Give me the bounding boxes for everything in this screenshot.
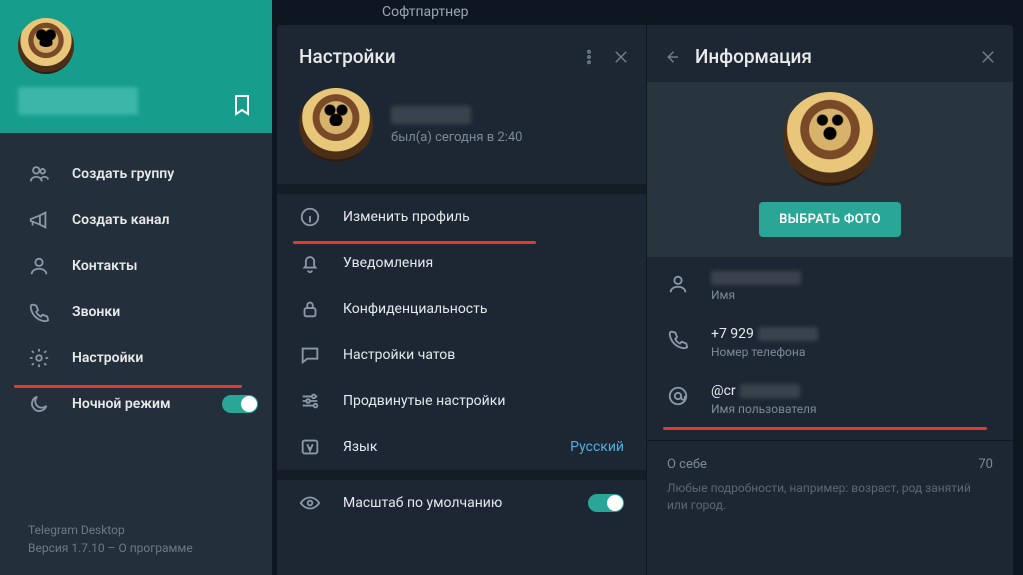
settings-item-privacy[interactable]: Конфиденциальность [277, 286, 646, 332]
app-version[interactable]: Версия 1.7.10 – О программе [28, 539, 272, 557]
drawer-item-label: Настройки [72, 350, 143, 366]
settings-item-label: Уведомления [343, 255, 433, 271]
info-field-name[interactable]: Имя [647, 257, 1013, 312]
annotation-underline [663, 427, 987, 430]
choose-photo-button[interactable]: ВЫБРАТЬ ФОТО [759, 202, 901, 237]
settings-item-label: Настройки чатов [343, 347, 455, 363]
back-icon[interactable] [663, 48, 681, 66]
drawer-item-new-channel[interactable]: Создать канал [0, 197, 272, 243]
separator [277, 470, 646, 480]
eye-icon [299, 492, 321, 514]
settings-item-label: Изменить профиль [343, 209, 470, 225]
drawer-username [18, 87, 138, 115]
at-icon [667, 385, 689, 407]
avatar[interactable] [783, 92, 877, 186]
field-value [711, 271, 801, 285]
info-avatar-area: ВЫБРАТЬ ФОТО [647, 82, 1013, 257]
separator [277, 184, 646, 194]
field-value: +7 929 [711, 326, 818, 342]
moon-icon [28, 393, 50, 415]
more-icon[interactable] [580, 48, 598, 66]
lock-icon [299, 298, 321, 320]
drawer-item-label: Контакты [72, 258, 137, 274]
settings-item-label: Язык [343, 439, 377, 455]
bookmark-icon[interactable] [230, 93, 254, 117]
drawer-item-label: Ночной режим [72, 396, 171, 412]
chat-header: Софтпартнер [272, 0, 1023, 22]
chat-contact-name: Софтпартнер [382, 4, 469, 20]
field-value: @cr [711, 383, 817, 399]
user-icon [28, 255, 50, 277]
group-icon [28, 163, 50, 185]
close-icon[interactable] [612, 48, 630, 66]
lang-icon [299, 436, 321, 458]
close-icon[interactable] [979, 48, 997, 66]
settings-item-chat-settings[interactable]: Настройки чатов [277, 332, 646, 378]
drawer-menu: Создать группу Создать канал Контакты Зв… [0, 133, 272, 521]
info-field-username[interactable]: @cr Имя пользователя [647, 369, 1013, 426]
settings-item-language[interactable]: Язык Русский [277, 424, 646, 470]
app-name: Telegram Desktop [28, 521, 272, 539]
info-title: Информация [695, 45, 951, 68]
field-label: Номер телефона [711, 345, 818, 359]
info-bio[interactable]: О себе 70 Любые подробности, например: в… [647, 440, 1013, 514]
drawer-item-calls[interactable]: Звонки [0, 289, 272, 335]
settings-item-label: Продвинутые настройки [343, 393, 505, 409]
phone-icon [28, 301, 50, 323]
settings-item-label: Масштаб по умолчанию [343, 495, 502, 511]
settings-title: Настройки [299, 45, 566, 68]
settings-item-advanced[interactable]: Продвинутые настройки [277, 378, 646, 424]
night-mode-toggle[interactable] [222, 395, 258, 413]
settings-item-notifications[interactable]: Уведомления [277, 240, 646, 286]
drawer-header [0, 0, 272, 133]
drawer-item-night-mode[interactable]: Ночной режим [0, 381, 272, 427]
bell-icon [299, 252, 321, 274]
chat-icon [299, 344, 321, 366]
profile-name [391, 106, 471, 124]
info-icon [299, 206, 321, 228]
drawer-item-label: Создать канал [72, 212, 169, 228]
megaphone-icon [28, 209, 50, 231]
bio-counter: 70 [978, 457, 993, 472]
settings-profile[interactable]: был(а) сегодня в 2:40 [277, 82, 646, 184]
avatar[interactable] [18, 18, 74, 74]
info-panel: Информация ВЫБРАТЬ ФОТО Имя [647, 25, 1013, 575]
drawer-item-label: Звонки [72, 304, 120, 320]
gear-icon [28, 347, 50, 369]
settings-item-value: Русский [570, 439, 624, 455]
drawer-item-label: Создать группу [72, 166, 174, 182]
settings-item-default-scale[interactable]: Масштаб по умолчанию [277, 480, 646, 526]
drawer-item-contacts[interactable]: Контакты [0, 243, 272, 289]
settings-item-edit-profile[interactable]: Изменить профиль [277, 194, 646, 240]
info-field-phone[interactable]: +7 929 Номер телефона [647, 312, 1013, 369]
drawer-footer: Telegram Desktop Версия 1.7.10 – О прогр… [0, 521, 272, 575]
settings-panel: Настройки был(а) сегодня в 2:40 Изменить… [277, 25, 647, 575]
sliders-icon [299, 390, 321, 412]
bio-label: О себе [667, 457, 707, 472]
settings-item-label: Конфиденциальность [343, 301, 487, 317]
drawer: Создать группу Создать канал Контакты Зв… [0, 0, 272, 575]
user-icon [667, 273, 689, 295]
main: Софтпартнер Настройки был(а) сегодня в 2… [272, 0, 1023, 575]
field-label: Имя пользователя [711, 402, 817, 416]
drawer-item-new-group[interactable]: Создать группу [0, 151, 272, 197]
phone-icon [667, 328, 689, 350]
bio-hint: Любые подробности, например: возраст, ро… [667, 480, 993, 514]
field-label: Имя [711, 288, 801, 302]
drawer-item-settings[interactable]: Настройки [0, 335, 272, 381]
avatar[interactable] [299, 88, 373, 162]
scale-toggle[interactable] [588, 494, 624, 512]
profile-status: был(а) сегодня в 2:40 [391, 130, 523, 145]
